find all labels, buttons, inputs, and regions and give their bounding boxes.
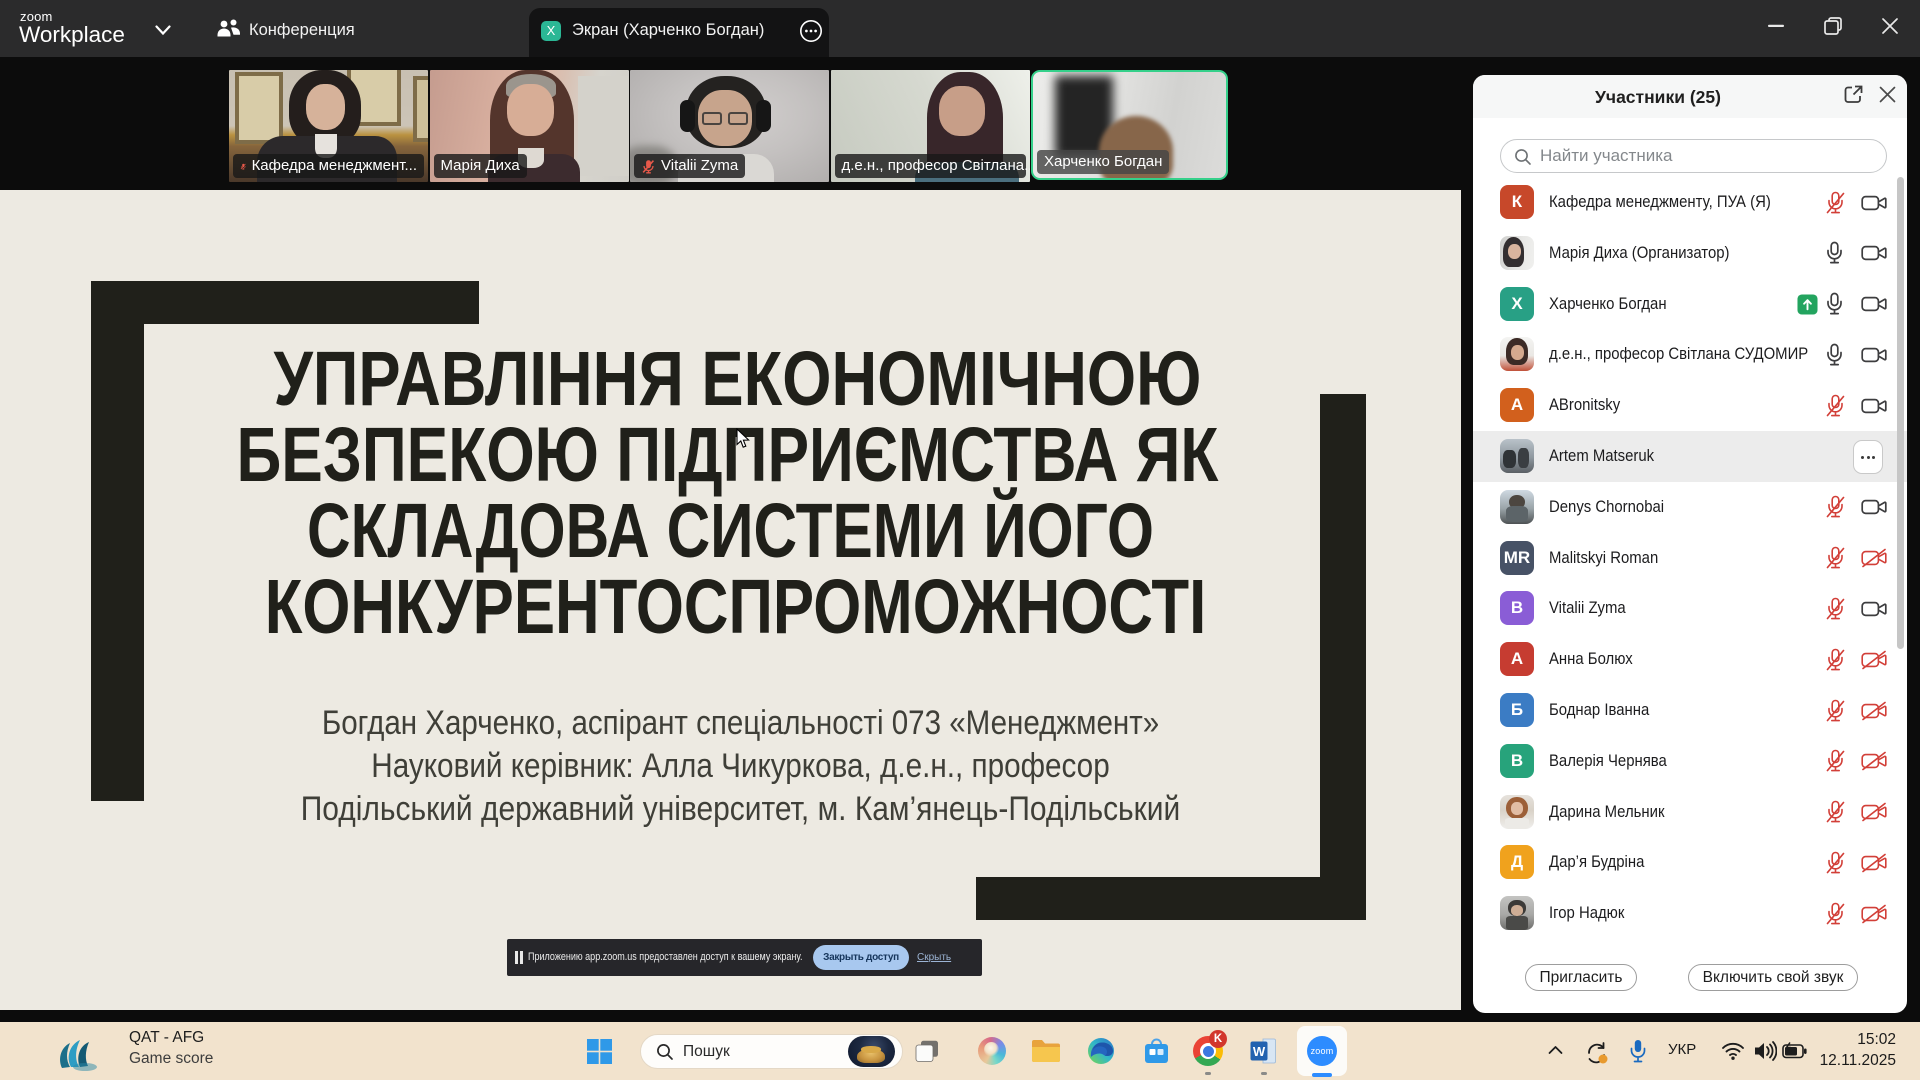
svg-text:W: W [1253,1044,1266,1059]
